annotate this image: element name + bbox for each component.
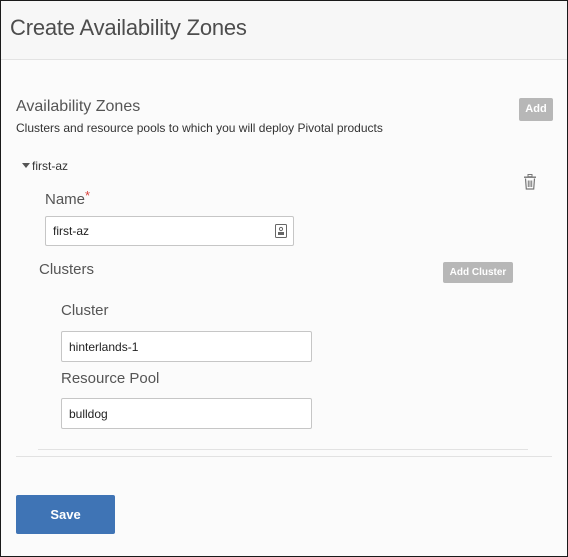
clusters-label: Clusters bbox=[39, 261, 95, 278]
section-subtitle: Clusters and resource pools to which you… bbox=[16, 121, 383, 135]
required-marker: * bbox=[85, 188, 91, 203]
section-divider bbox=[16, 456, 552, 457]
add-cluster-button[interactable]: Add Cluster bbox=[443, 262, 513, 283]
cluster-input[interactable] bbox=[61, 331, 312, 362]
cluster-label: Cluster bbox=[61, 302, 109, 319]
add-az-button[interactable]: Add bbox=[519, 98, 553, 121]
trash-icon[interactable] bbox=[523, 174, 537, 190]
az-header-label: first-az bbox=[32, 159, 68, 173]
section-title: Availability Zones bbox=[16, 98, 141, 115]
name-label: Name* bbox=[45, 188, 91, 208]
page-title: Create Availability Zones bbox=[10, 15, 247, 40]
resource-pool-label: Resource Pool bbox=[61, 370, 160, 387]
az-name-input[interactable] bbox=[45, 216, 294, 246]
window: Create Availability Zones Availability Z… bbox=[0, 0, 568, 557]
cluster-divider bbox=[38, 449, 528, 450]
availability-zones-form: Availability Zones Clusters and resource… bbox=[1, 60, 567, 556]
lock-icon[interactable] bbox=[275, 224, 287, 238]
save-button[interactable]: Save bbox=[16, 495, 115, 534]
resource-pool-input[interactable] bbox=[61, 398, 312, 429]
page-header: Create Availability Zones bbox=[1, 1, 567, 60]
az-collapse-toggle[interactable]: first-az bbox=[22, 159, 68, 173]
caret-down-icon bbox=[22, 163, 30, 168]
